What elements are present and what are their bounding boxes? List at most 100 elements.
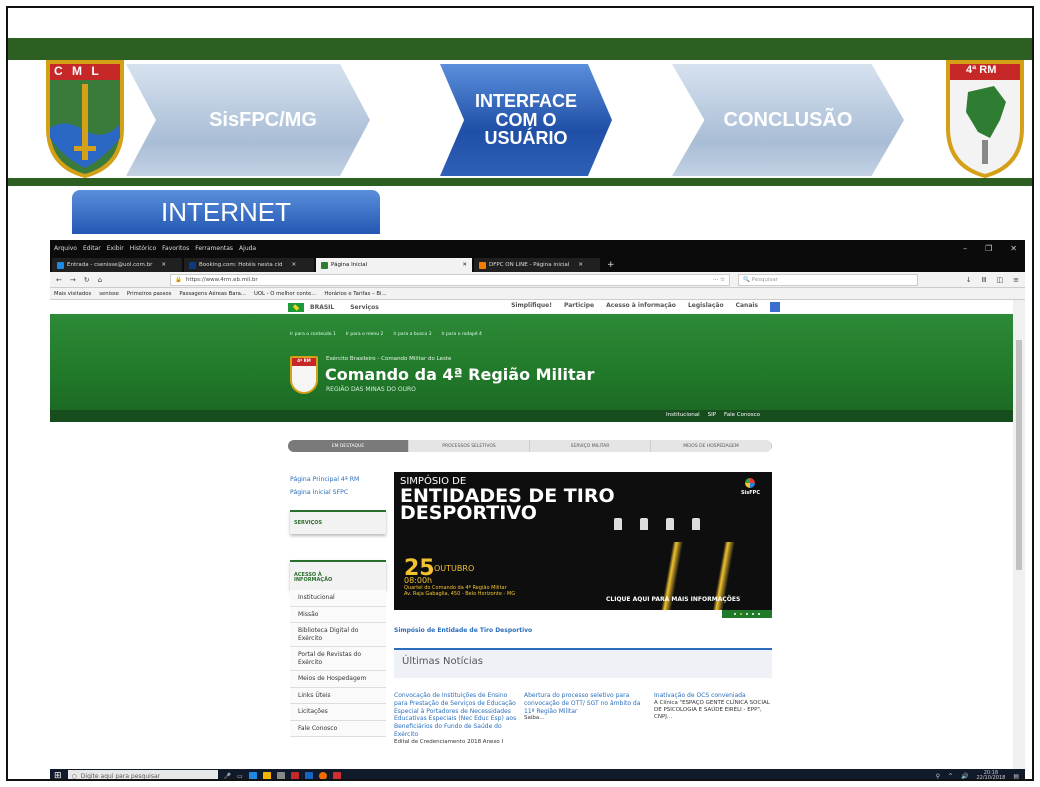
bookmark-senisse[interactable]: senisse xyxy=(99,291,119,297)
microphone-icon[interactable]: 🎤 xyxy=(224,773,231,780)
gov-link-canais[interactable]: Canais xyxy=(736,302,758,312)
close-tab-icon[interactable]: ✕ xyxy=(578,262,583,268)
news-item-title[interactable]: Abertura do processo seletivo para convo… xyxy=(524,692,648,715)
bookmark-uol[interactable]: UOL - O melhor conte... xyxy=(254,291,316,297)
volume-icon[interactable]: 🔊 xyxy=(961,773,968,780)
clock[interactable]: 20:18 22/10/2018 xyxy=(977,770,1006,779)
menu-ajuda[interactable]: Ajuda xyxy=(239,245,256,252)
carousel-dot[interactable] xyxy=(740,613,742,615)
promo-cta[interactable]: CLIQUE AQUI PARA MAIS INFORMAÇÕES xyxy=(606,596,740,603)
news-item[interactable]: Abertura do processo seletivo para convo… xyxy=(524,692,648,723)
skip-content-link[interactable]: Ir para o conteúdo 1 xyxy=(290,332,336,337)
carousel-dot[interactable] xyxy=(734,613,736,615)
subnav-institucional[interactable]: Institucional xyxy=(666,412,700,418)
outlook-icon[interactable] xyxy=(304,772,313,779)
sidebar-item-institucional[interactable]: Institucional xyxy=(290,590,386,607)
gov-link-participe[interactable]: Participe xyxy=(564,302,594,312)
sidebar-item-licitacoes[interactable]: Licitações xyxy=(290,704,386,721)
search-input[interactable]: 🔍 Pesquisar xyxy=(738,273,918,286)
promo-caption-link[interactable]: Simpósio de Entidade de Tiro Desportivo xyxy=(394,627,532,634)
menu-ferramentas[interactable]: Ferramentas xyxy=(195,245,233,252)
sidebar-item-links-uteis[interactable]: Links Úteis xyxy=(290,687,386,704)
tab-meios-hospedagem[interactable]: MEIOS DE HOSPEDAGEM xyxy=(651,440,772,452)
subnav-sip[interactable]: SIP xyxy=(708,412,716,418)
page-actions-icon[interactable]: ··· ☆ xyxy=(713,277,729,283)
edge-icon[interactable] xyxy=(248,772,257,779)
people-icon[interactable]: ⚲ xyxy=(936,773,940,780)
skip-menu-link[interactable]: Ir para o menu 2 xyxy=(346,332,384,337)
bookmark-passagens[interactable]: Passagens Aéreas Bara... xyxy=(179,291,246,297)
gov-link-simplifique[interactable]: Simplifique! xyxy=(511,302,552,312)
tab-email[interactable]: Entrada - csenisse@uol.com.br ✕ xyxy=(52,258,182,272)
tab-servico-militar[interactable]: SERVIÇO MILITAR xyxy=(530,440,651,452)
taskbar-search-input[interactable]: ○ Digite aqui para pesquisar xyxy=(67,770,218,779)
tray-chevron-icon[interactable]: ^ xyxy=(948,773,953,780)
gov-link-acesso[interactable]: Acesso à informação xyxy=(606,302,676,312)
news-item-title[interactable]: Inativação de OCS conveniada xyxy=(654,692,778,700)
windows-start-icon[interactable]: ⊞ xyxy=(54,771,62,779)
menu-editar[interactable]: Editar xyxy=(83,245,101,252)
scrollbar-thumb[interactable] xyxy=(1016,340,1022,570)
hamburger-menu-icon[interactable]: ≡ xyxy=(1013,276,1019,284)
minimize-icon[interactable]: – xyxy=(963,244,967,253)
link-pagina-sfpc[interactable]: Página Inicial SFPC xyxy=(290,489,386,496)
new-tab-button[interactable]: + xyxy=(602,258,620,272)
page-scrollbar[interactable] xyxy=(1013,300,1025,769)
tab-pagina-inicial[interactable]: Página Inicial ✕ xyxy=(316,258,472,272)
bookmark-primeiros-passos[interactable]: Primeiros passos xyxy=(127,291,172,297)
sidebar-item-hospedagem[interactable]: Meios de Hospedagem xyxy=(290,671,386,688)
promo-banner[interactable]: SIMPÓSIO DE ENTIDADES DE TIRO DESPORTIVO… xyxy=(394,472,772,610)
sidebar-item-missao[interactable]: Missão xyxy=(290,606,386,623)
access-icon[interactable] xyxy=(290,772,299,779)
sidebar-item-fale-conosco[interactable]: Fale Conosco xyxy=(290,720,386,737)
calculator-icon[interactable] xyxy=(276,772,285,779)
site-title[interactable]: Comando da 4ª Região Militar xyxy=(325,365,594,384)
address-bar[interactable]: 🔒 https://www.4rm.eb.mil.br ··· ☆ xyxy=(170,273,730,286)
tab-dfpc[interactable]: DFPC ON LINE - Página inicial ✕ xyxy=(474,258,600,272)
file-explorer-icon[interactable] xyxy=(262,772,271,779)
skip-search-link[interactable]: Ir para a busca 3 xyxy=(393,332,431,337)
notifications-icon[interactable]: ▤ xyxy=(1013,773,1019,780)
menu-arquivo[interactable]: Arquivo xyxy=(54,245,77,252)
close-tab-icon[interactable]: ✕ xyxy=(161,262,166,268)
carousel-dot[interactable] xyxy=(746,613,748,615)
menu-exibir[interactable]: Exibir xyxy=(107,245,124,252)
download-icon[interactable]: ↓ xyxy=(966,276,972,284)
sidebar-item-revistas[interactable]: Portal de Revistas do Exército xyxy=(290,647,386,671)
close-icon[interactable]: ✕ xyxy=(1010,244,1017,253)
news-item[interactable]: Convocação de Instituições de Ensino par… xyxy=(394,692,518,746)
tab-processos-seletivos[interactable]: PROCESSOS SELETIVOS xyxy=(409,440,530,452)
restore-icon[interactable]: ❐ xyxy=(985,244,992,253)
sidebar-icon[interactable]: ◫ xyxy=(997,276,1004,284)
library-icon[interactable]: Ⅲ xyxy=(982,276,987,284)
carousel-dot[interactable] xyxy=(752,613,754,615)
tab-booking[interactable]: Booking.com: Hotéis nesta cid ✕ xyxy=(184,258,314,272)
back-icon[interactable]: ← xyxy=(56,276,62,284)
gov-brasil-link[interactable]: BRASIL xyxy=(310,304,334,311)
carousel-dot[interactable] xyxy=(758,613,760,615)
menu-favoritos[interactable]: Favoritos xyxy=(162,245,189,252)
gov-link-legislacao[interactable]: Legislação xyxy=(688,302,724,312)
gov-servicos-link[interactable]: Serviços xyxy=(350,304,379,311)
accessibility-icon[interactable] xyxy=(770,302,780,312)
close-tab-icon[interactable]: ✕ xyxy=(462,262,467,268)
forward-icon[interactable]: → xyxy=(70,276,76,284)
firefox-icon[interactable] xyxy=(318,772,327,779)
bookmark-horarios[interactable]: Horários e Tarifas – Bi... xyxy=(324,291,386,297)
menu-historico[interactable]: Histórico xyxy=(130,245,156,252)
skip-footer-link[interactable]: Ir para o rodapé 4 xyxy=(441,332,481,337)
section-acesso-informacao[interactable]: ACESSO À INFORMAÇÃO xyxy=(290,560,386,590)
news-item-title[interactable]: Convocação de Instituições de Ensino par… xyxy=(394,692,518,739)
powerpoint-icon[interactable] xyxy=(332,772,341,779)
subnav-fale-conosco[interactable]: Fale Conosco xyxy=(724,412,760,418)
sidebar-item-biblioteca[interactable]: Biblioteca Digital do Exército xyxy=(290,623,386,647)
section-servicos[interactable]: SERVIÇOS xyxy=(290,510,386,534)
home-icon[interactable]: ⌂ xyxy=(98,276,102,284)
tab-em-destaque[interactable]: EM DESTAQUE xyxy=(288,440,409,452)
news-item[interactable]: Inativação de OCS conveniada A Clínica "… xyxy=(654,692,778,721)
close-tab-icon[interactable]: ✕ xyxy=(292,262,297,268)
link-pagina-principal[interactable]: Página Principal 4ª RM xyxy=(290,476,386,483)
reload-icon[interactable]: ↻ xyxy=(84,276,90,284)
bookmark-mais-visitados[interactable]: Mais visitados xyxy=(54,291,91,297)
task-view-icon[interactable]: ▭ xyxy=(237,773,243,780)
